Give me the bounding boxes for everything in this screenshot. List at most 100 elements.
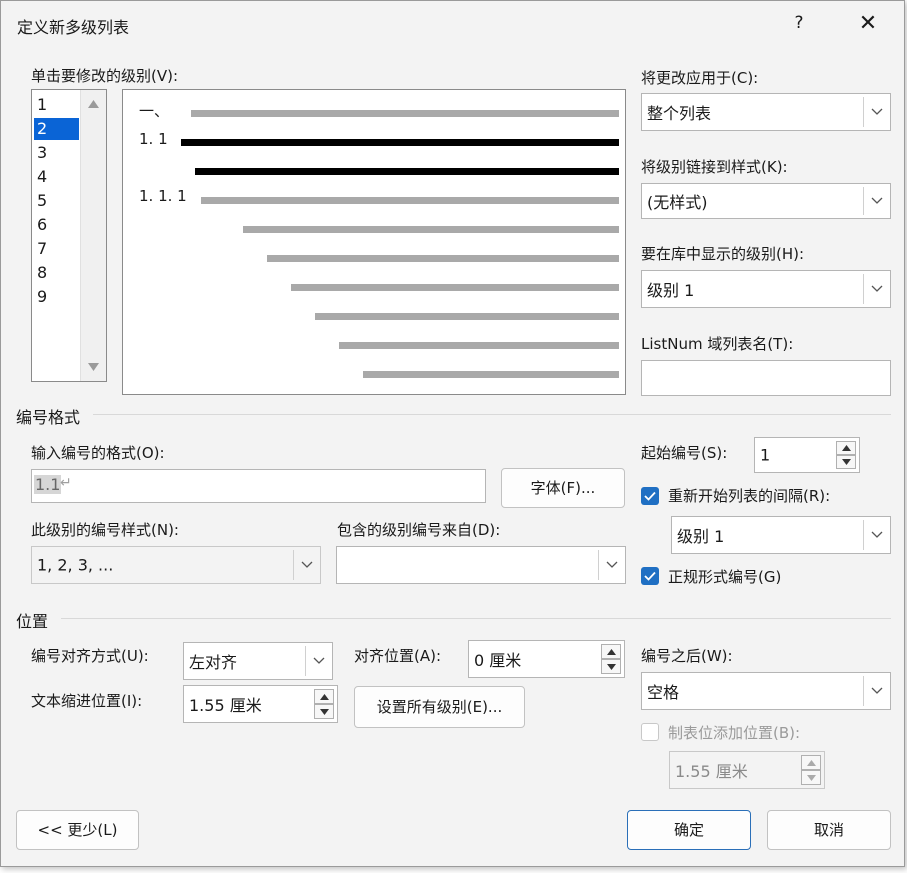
- spin-down-button[interactable]: [801, 770, 821, 785]
- level-item[interactable]: 3: [34, 142, 79, 164]
- preview-line-selected: [195, 168, 619, 175]
- gallery-level-value: 级别 1: [647, 281, 695, 300]
- restart-list-label: 重新开始列表的间隔(R):: [668, 487, 831, 505]
- dialog-title: 定义新多级列表: [17, 18, 130, 37]
- tab-stop-checkbox[interactable]: [641, 723, 659, 741]
- apply-to-value: 整个列表: [647, 104, 712, 123]
- paragraph-mark-icon: ↵: [60, 475, 72, 491]
- apply-to-label: 将更改应用于(C):: [641, 69, 759, 87]
- restart-after-value: 级别 1: [677, 527, 725, 546]
- text-indent-spinner[interactable]: 1.55 厘米: [183, 685, 338, 723]
- restart-list-checkbox[interactable]: [641, 487, 659, 505]
- preview-line: [291, 284, 619, 291]
- level-item-selected[interactable]: 2: [34, 118, 79, 140]
- chevron-down-icon: [871, 531, 883, 538]
- spin-up-button[interactable]: [601, 644, 621, 659]
- include-level-label: 包含的级别编号来自(D):: [337, 521, 501, 539]
- close-icon[interactable]: ✕: [853, 9, 883, 39]
- caret-down-icon: [807, 774, 816, 781]
- follow-number-dropdown[interactable]: 空格: [641, 672, 891, 710]
- caret-down-icon: [607, 663, 616, 670]
- chevron-down-icon: [871, 687, 883, 694]
- number-style-dropdown[interactable]: 1, 2, 3, ...: [31, 546, 321, 584]
- legal-numbering-label: 正规形式编号(G): [668, 568, 782, 586]
- link-style-dropdown[interactable]: (无样式): [641, 183, 891, 219]
- preview-line-selected: [181, 139, 619, 146]
- preview-label-level3: 1. 1. 1: [139, 187, 187, 205]
- help-button[interactable]: ?: [789, 13, 809, 33]
- define-multilevel-list-dialog: 定义新多级列表 ? ✕ 单击要修改的级别(V): 1 2 3 4 5 6 7 8…: [0, 0, 905, 867]
- aligned-at-label: 对齐位置(A):: [354, 647, 442, 665]
- preview-line: [363, 371, 619, 378]
- spin-up-button[interactable]: [836, 441, 856, 455]
- chevron-down-icon: [871, 285, 883, 292]
- number-style-label: 此级别的编号样式(N):: [31, 521, 179, 539]
- number-align-value: 左对齐: [189, 653, 238, 672]
- follow-number-label: 编号之后(W):: [641, 647, 733, 665]
- level-item[interactable]: 8: [34, 262, 79, 284]
- legal-numbering-checkbox[interactable]: [641, 567, 659, 585]
- position-section-title: 位置: [16, 612, 49, 631]
- section-divider: [61, 618, 891, 619]
- less-button[interactable]: << 更少(L): [16, 810, 139, 850]
- number-align-dropdown[interactable]: 左对齐: [183, 642, 333, 680]
- format-field-code: 1.1: [34, 475, 62, 494]
- spin-down-button[interactable]: [601, 659, 621, 674]
- include-level-dropdown[interactable]: [336, 546, 626, 584]
- list-preview: 一、 1. 1 1. 1. 1: [122, 89, 626, 395]
- preview-label-level2: 1. 1: [139, 130, 168, 148]
- set-all-levels-button[interactable]: 设置所有级别(E)...: [354, 686, 525, 728]
- restart-after-dropdown[interactable]: 级别 1: [671, 516, 891, 554]
- tab-stop-label: 制表位添加位置(B):: [668, 724, 801, 742]
- scroll-up-icon[interactable]: [88, 100, 99, 108]
- chevron-down-icon: [606, 561, 618, 568]
- aligned-at-value: 0 厘米: [474, 651, 522, 670]
- start-at-value: 1: [760, 445, 771, 465]
- preview-line: [243, 226, 619, 233]
- level-item[interactable]: 5: [34, 190, 79, 212]
- caret-up-icon: [807, 759, 816, 766]
- preview-line: [201, 197, 619, 204]
- text-indent-value: 1.55 厘米: [189, 696, 262, 715]
- link-style-label: 将级别链接到样式(K):: [641, 158, 788, 176]
- level-item[interactable]: 9: [34, 286, 79, 308]
- tab-stop-spinner[interactable]: 1.55 厘米: [669, 751, 825, 789]
- preview-line: [315, 313, 619, 320]
- chevron-down-icon: [313, 657, 325, 664]
- number-format-input[interactable]: 1.1 ↵: [31, 469, 486, 503]
- spin-down-button[interactable]: [836, 455, 856, 469]
- link-style-value: (无样式): [647, 193, 708, 212]
- spin-up-button[interactable]: [314, 689, 334, 704]
- level-item[interactable]: 1: [34, 94, 79, 116]
- chevron-down-icon: [871, 197, 883, 204]
- start-at-spinner[interactable]: 1: [754, 437, 860, 473]
- ok-button[interactable]: 确定: [627, 810, 751, 850]
- preview-label-level1: 一、: [139, 102, 170, 120]
- spin-down-button[interactable]: [314, 704, 334, 719]
- title-bar: 定义新多级列表 ? ✕: [1, 1, 904, 51]
- caret-up-icon: [842, 445, 851, 451]
- tab-stop-value: 1.55 厘米: [675, 762, 748, 781]
- level-item[interactable]: 4: [34, 166, 79, 188]
- start-at-label: 起始编号(S):: [641, 444, 728, 462]
- cancel-button[interactable]: 取消: [767, 810, 891, 850]
- gallery-level-dropdown[interactable]: 级别 1: [641, 270, 891, 308]
- level-item[interactable]: 7: [34, 238, 79, 260]
- level-list[interactable]: 1 2 3 4 5 6 7 8 9: [31, 89, 107, 382]
- level-list-scrollbar[interactable]: [80, 90, 106, 381]
- caret-up-icon: [320, 693, 329, 700]
- align-label: 编号对齐方式(U):: [31, 647, 149, 665]
- gallery-level-label: 要在库中显示的级别(H):: [641, 245, 805, 263]
- apply-to-dropdown[interactable]: 整个列表: [641, 93, 891, 131]
- listnum-label: ListNum 域列表名(T):: [641, 335, 794, 353]
- preview-line: [339, 342, 619, 349]
- listnum-input[interactable]: [641, 360, 891, 396]
- section-divider: [93, 414, 891, 415]
- scroll-down-icon[interactable]: [88, 363, 99, 371]
- preview-line: [191, 110, 619, 117]
- spin-up-button[interactable]: [801, 755, 821, 770]
- aligned-at-spinner[interactable]: 0 厘米: [468, 640, 625, 678]
- caret-down-icon: [320, 708, 329, 715]
- font-button[interactable]: 字体(F)...: [501, 468, 625, 508]
- level-item[interactable]: 6: [34, 214, 79, 236]
